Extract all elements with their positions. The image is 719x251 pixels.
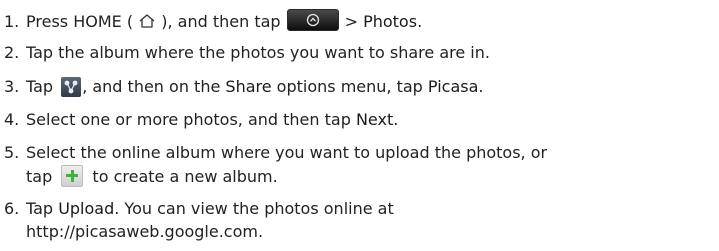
instruction-steps: 1. Press HOME ( ), and then tap > Photos.… bbox=[0, 0, 719, 251]
step-number: 6. bbox=[4, 199, 20, 218]
step-text: Tap bbox=[26, 199, 54, 218]
photos-label: Photos bbox=[363, 12, 418, 31]
step-text-post: to create a new album. bbox=[92, 167, 278, 186]
picasa-label: Picasa bbox=[427, 77, 479, 96]
picasa-url: http://picasaweb.google.com. bbox=[26, 222, 264, 241]
step-6-continued: http://picasaweb.google.com. bbox=[26, 221, 263, 243]
step-2: 2. Tap the album where the photos you wan… bbox=[4, 42, 490, 64]
period: . bbox=[478, 77, 484, 96]
step-text: Select the online album where you want t… bbox=[26, 143, 548, 162]
step-text-mid2: options menu, tap bbox=[276, 77, 423, 96]
menu-separator: > bbox=[344, 12, 358, 31]
share-label: Share bbox=[225, 77, 272, 96]
period: . bbox=[417, 12, 423, 31]
step-number: 3. bbox=[4, 77, 20, 96]
step-text: Tap the album where the photos you want … bbox=[26, 43, 490, 62]
step-number: 5. bbox=[4, 143, 20, 162]
step-text: tap bbox=[26, 167, 53, 186]
next-label: Next bbox=[355, 110, 394, 129]
step-5: 5. Select the online album where you want… bbox=[4, 142, 547, 164]
period: . bbox=[393, 110, 399, 129]
step-number: 4. bbox=[4, 110, 20, 129]
step-text: Tap bbox=[26, 77, 54, 96]
step-text: Press HOME ( bbox=[26, 12, 134, 31]
upload-label: Upload bbox=[58, 199, 115, 218]
step-5-continued: tap to create a new album. bbox=[26, 165, 278, 188]
step-1: 1. Press HOME ( ), and then tap > Photos. bbox=[4, 9, 422, 33]
step-3: 3. Tap , and then on the Share options me… bbox=[4, 76, 483, 98]
step-text: Select one or more photos, and then tap bbox=[26, 110, 351, 129]
step-number: 2. bbox=[4, 43, 20, 62]
step-text-mid: , and then on the bbox=[82, 77, 221, 96]
step-number: 1. bbox=[4, 12, 20, 31]
plus-icon bbox=[61, 165, 84, 187]
step-text-mid: ), and then tap bbox=[161, 12, 281, 31]
step-4: 4. Select one or more photos, and then ta… bbox=[4, 109, 398, 131]
all-apps-button-icon bbox=[286, 9, 339, 31]
share-icon bbox=[61, 77, 82, 97]
home-icon bbox=[138, 13, 156, 29]
step-6: 6. Tap Upload. You can view the photos on… bbox=[4, 198, 394, 220]
step-text-post: . You can view the photos online at bbox=[114, 199, 394, 218]
